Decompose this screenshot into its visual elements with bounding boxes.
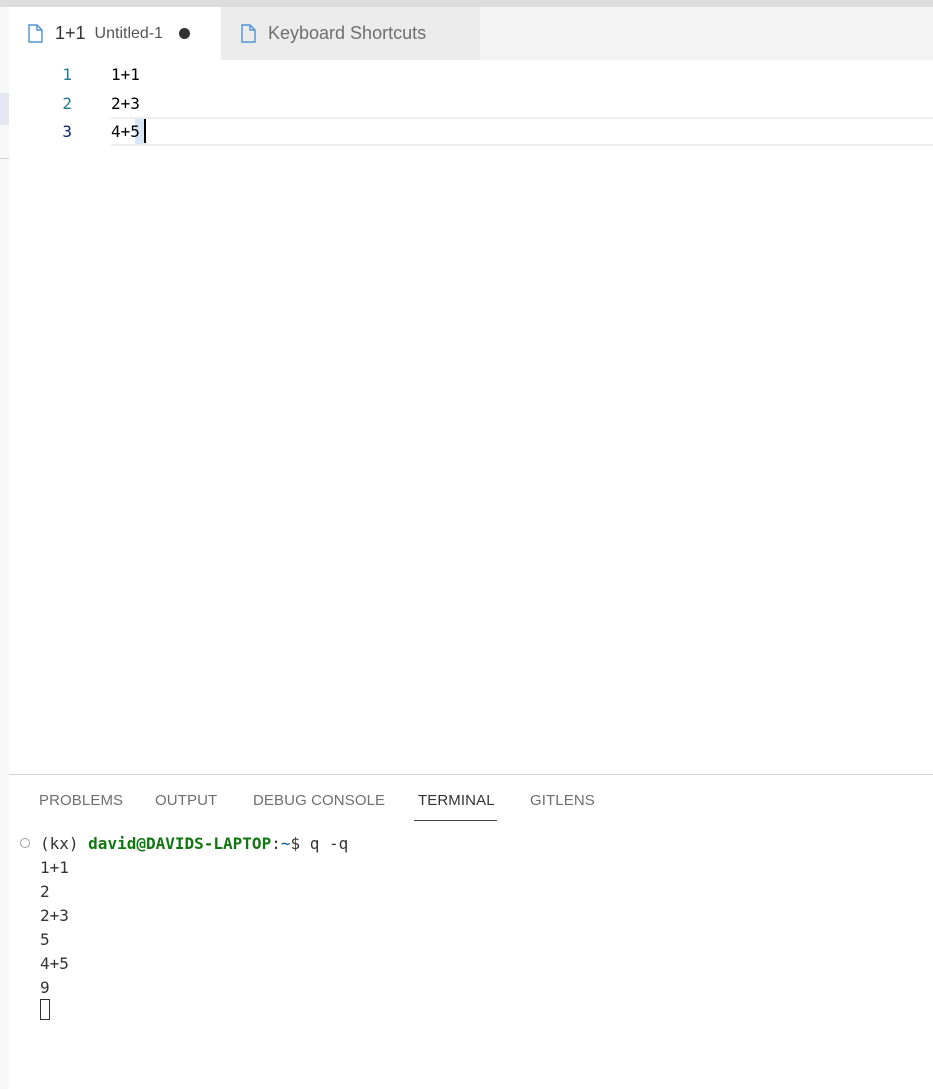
prompt-env: (kx) [40, 834, 89, 853]
tab-untitled-1[interactable]: 1+1 Untitled-1 [9, 7, 221, 60]
tab-keyboard-shortcuts[interactable]: Keyboard Shortcuts [221, 7, 480, 60]
line-code[interactable]: 2+3 [111, 89, 140, 118]
bottom-panel: PROBLEMS OUTPUT DEBUG CONSOLE TERMINAL G… [9, 774, 933, 1090]
file-icon [28, 24, 43, 43]
tab-terminal[interactable]: TERMINAL [418, 792, 495, 809]
terminal-output-line: 4+5 [40, 954, 69, 973]
line-code[interactable]: 4+5 [111, 117, 140, 146]
tab-description: Untitled-1 [94, 24, 164, 42]
tab-gitlens[interactable]: GITLENS [530, 792, 595, 809]
terminal-output-line: 2+3 [40, 906, 69, 925]
terminal-prompt-line[interactable]: (kx) david@DAVIDS-LAPTOP:~$ q -q [40, 832, 348, 856]
tab-debug-console[interactable]: DEBUG CONSOLE [253, 792, 385, 809]
editor-tab-bar: 1+1 Untitled-1 Keyboard Shortcuts [9, 7, 933, 60]
line-number: 2 [62, 94, 72, 113]
activity-edge-divider [0, 158, 9, 159]
active-tab-indicator [414, 820, 497, 821]
terminal-output-line: 1+1 [40, 858, 69, 877]
circle-icon [20, 838, 30, 848]
terminal-cursor [40, 999, 50, 1020]
text-cursor [144, 119, 146, 143]
line-number: 3 [62, 122, 72, 141]
editor-line-current[interactable]: 3 4+5 [9, 117, 933, 146]
line-code[interactable]: 1+1 [111, 60, 140, 89]
line-number: 1 [62, 65, 72, 84]
activity-edge-highlight [0, 93, 9, 125]
tab-title: 1+1 [55, 23, 86, 43]
prompt-symbol: $ [290, 834, 310, 853]
tab-problems[interactable]: PROBLEMS [39, 792, 123, 809]
prompt-user-host: david@DAVIDS-LAPTOP [88, 834, 272, 853]
terminal-output-line: 2 [40, 882, 50, 901]
prompt-command: q -q [309, 834, 349, 853]
editor-line[interactable]: 1 1+1 [9, 60, 933, 89]
tab-title: Keyboard Shortcuts [268, 23, 427, 43]
code-editor[interactable]: 1 1+1 2 2+3 3 4+5 [9, 60, 933, 774]
tab-output[interactable]: OUTPUT [155, 792, 217, 809]
activity-edge [0, 7, 9, 1089]
prompt-colon: : [271, 834, 281, 853]
dot-icon[interactable] [179, 28, 191, 39]
file-icon [241, 24, 256, 43]
editor-line[interactable]: 2 2+3 [9, 89, 933, 118]
terminal-output-line: 9 [40, 978, 50, 997]
window-top-strip [0, 0, 933, 7]
terminal-output-line: 5 [40, 930, 50, 949]
current-line-highlight [111, 117, 933, 146]
